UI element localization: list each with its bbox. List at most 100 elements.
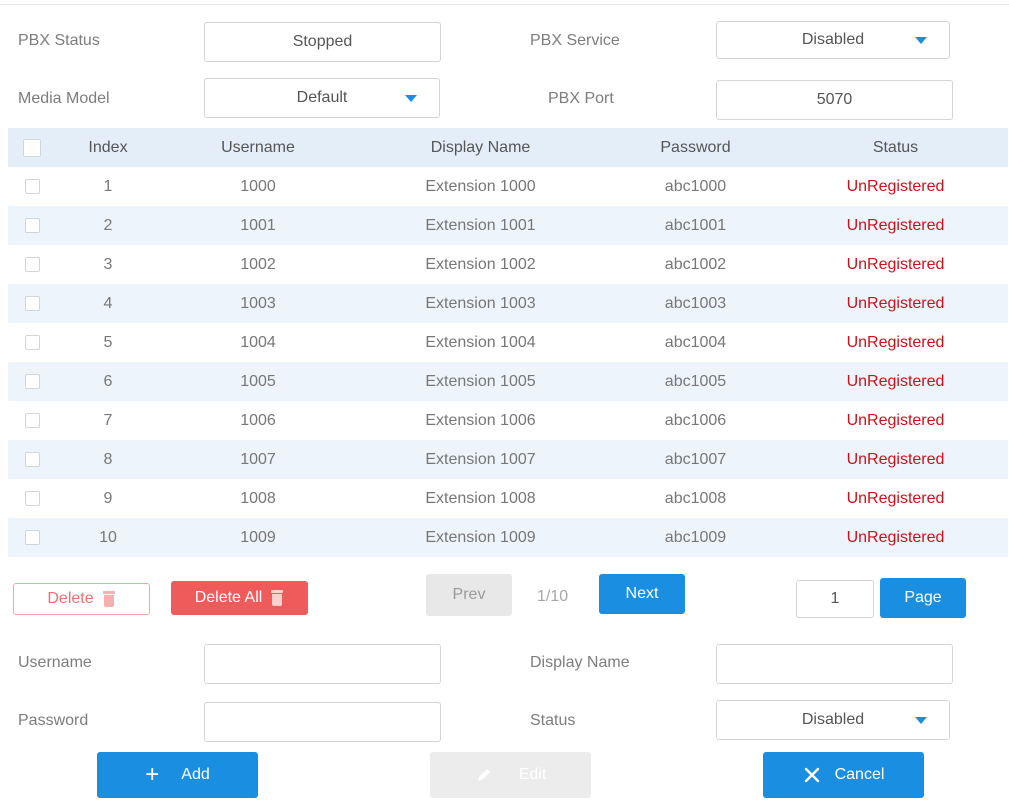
page-button[interactable]: Page	[880, 578, 966, 618]
header-index[interactable]: Index	[68, 128, 148, 167]
delete-all-button-label: Delete All	[194, 589, 263, 606]
table-row[interactable]: 8 1007 Extension 1007 abc1007 UnRegistered	[8, 440, 1008, 479]
page-number-input[interactable]: 1	[796, 580, 874, 618]
page-number-value: 1	[830, 590, 840, 607]
cell-status: UnRegistered	[846, 411, 945, 429]
cell-index: 1	[103, 177, 113, 195]
cell-status: UnRegistered	[846, 177, 945, 195]
prev-button-label: Prev	[452, 586, 486, 603]
cell-index: 8	[103, 450, 113, 468]
edit-button-label: Edit	[518, 766, 547, 783]
add-button[interactable]: + Add	[97, 752, 258, 798]
cell-display-name: Extension 1004	[425, 333, 536, 351]
header-status[interactable]: Status	[828, 128, 963, 167]
cell-password: abc1006	[664, 411, 727, 429]
cell-status: UnRegistered	[846, 333, 945, 351]
cell-index: 6	[103, 372, 113, 390]
cell-display-name: Extension 1007	[425, 450, 536, 468]
status-select[interactable]: Disabled	[716, 700, 950, 740]
row-checkbox[interactable]	[24, 491, 40, 506]
media-model-select[interactable]: Default	[204, 78, 440, 118]
row-select-cell	[18, 245, 46, 284]
pbx-status-value: Stopped	[292, 33, 353, 50]
cell-status: UnRegistered	[846, 489, 945, 507]
row-checkbox[interactable]	[24, 335, 40, 350]
table-row[interactable]: 3 1002 Extension 1002 abc1002 UnRegistered	[8, 245, 1008, 284]
display-name-input[interactable]	[716, 644, 953, 684]
table-row[interactable]: 4 1003 Extension 1003 abc1003 UnRegistered	[8, 284, 1008, 323]
cell-display-name: Extension 1005	[425, 372, 536, 390]
row-checkbox[interactable]	[24, 452, 40, 467]
row-select-cell	[18, 401, 46, 440]
cell-username: 1004	[240, 333, 276, 351]
row-select-cell	[18, 284, 46, 323]
extensions-table: Index Username Display Name Password Sta…	[8, 128, 1008, 557]
cell-username: 1007	[240, 450, 276, 468]
cell-display-name: Extension 1003	[425, 294, 536, 312]
cell-password: abc1000	[664, 177, 727, 195]
cell-username: 1000	[240, 177, 276, 195]
cell-status: UnRegistered	[846, 528, 945, 546]
row-checkbox[interactable]	[24, 218, 40, 233]
pbx-port-label: PBX Port	[548, 90, 614, 107]
cell-password: abc1002	[664, 255, 727, 273]
table-row[interactable]: 9 1008 Extension 1008 abc1008 UnRegistered	[8, 479, 1008, 518]
cell-password: abc1008	[664, 489, 727, 507]
username-label: Username	[18, 654, 92, 671]
row-checkbox[interactable]	[24, 374, 40, 389]
pbx-port-input[interactable]: 5070	[716, 80, 953, 120]
table-row[interactable]: 2 1001 Extension 1001 abc1001 UnRegistered	[8, 206, 1008, 245]
add-button-label: Add	[181, 766, 210, 783]
select-all-checkbox[interactable]	[23, 138, 41, 157]
password-input[interactable]	[204, 702, 441, 742]
pbx-port-value: 5070	[816, 91, 853, 108]
cell-password: abc1009	[664, 528, 727, 546]
plus-icon: +	[145, 761, 160, 788]
table-header-row: Index Username Display Name Password Sta…	[8, 128, 1008, 167]
edit-button[interactable]: Edit	[430, 752, 591, 798]
close-icon	[804, 767, 819, 783]
delete-all-button[interactable]: Delete All	[171, 581, 308, 615]
row-checkbox[interactable]	[24, 530, 40, 545]
cell-password: abc1003	[664, 294, 727, 312]
row-select-cell	[18, 362, 46, 401]
row-select-cell	[18, 323, 46, 362]
cell-password: abc1001	[664, 216, 727, 234]
cell-status: UnRegistered	[846, 294, 945, 312]
table-row[interactable]: 10 1009 Extension 1009 abc1009 UnRegistered	[8, 518, 1008, 557]
prev-button[interactable]: Prev	[426, 574, 512, 616]
pbx-status-field: Stopped	[204, 22, 441, 62]
cell-username: 1002	[240, 255, 276, 273]
table-row[interactable]: 7 1006 Extension 1006 abc1006 UnRegistered	[8, 401, 1008, 440]
cell-username: 1005	[240, 372, 276, 390]
display-name-label: Display Name	[530, 654, 630, 671]
password-label: Password	[18, 712, 89, 729]
delete-button-label: Delete	[47, 590, 94, 607]
username-input[interactable]	[204, 644, 441, 684]
cell-display-name: Extension 1009	[425, 528, 536, 546]
next-button[interactable]: Next	[599, 574, 685, 614]
row-checkbox[interactable]	[24, 296, 40, 311]
row-checkbox[interactable]	[24, 257, 40, 272]
cancel-button[interactable]: Cancel	[763, 752, 924, 798]
header-username[interactable]: Username	[198, 128, 318, 167]
chevron-down-icon	[405, 95, 417, 102]
row-checkbox[interactable]	[24, 179, 40, 194]
header-password[interactable]: Password	[638, 128, 753, 167]
table-row[interactable]: 5 1004 Extension 1004 abc1004 UnRegistered	[8, 323, 1008, 362]
pencil-icon	[477, 769, 490, 781]
cell-password: abc1005	[664, 372, 727, 390]
cell-password: abc1007	[664, 450, 727, 468]
page-info: 1/10	[537, 588, 569, 605]
delete-button[interactable]: Delete	[13, 583, 150, 615]
cell-status: UnRegistered	[846, 255, 945, 273]
cell-index: 4	[103, 294, 113, 312]
header-display-name[interactable]: Display Name	[408, 128, 553, 167]
table-row[interactable]: 6 1005 Extension 1005 abc1005 UnRegistered	[8, 362, 1008, 401]
cell-index: 3	[103, 255, 113, 273]
table-row[interactable]: 1 1000 Extension 1000 abc1000 UnRegistered	[8, 167, 1008, 206]
cell-display-name: Extension 1006	[425, 411, 536, 429]
pbx-service-label: PBX Service	[530, 32, 620, 49]
row-checkbox[interactable]	[24, 413, 40, 428]
pbx-service-select[interactable]: Disabled	[716, 21, 950, 59]
